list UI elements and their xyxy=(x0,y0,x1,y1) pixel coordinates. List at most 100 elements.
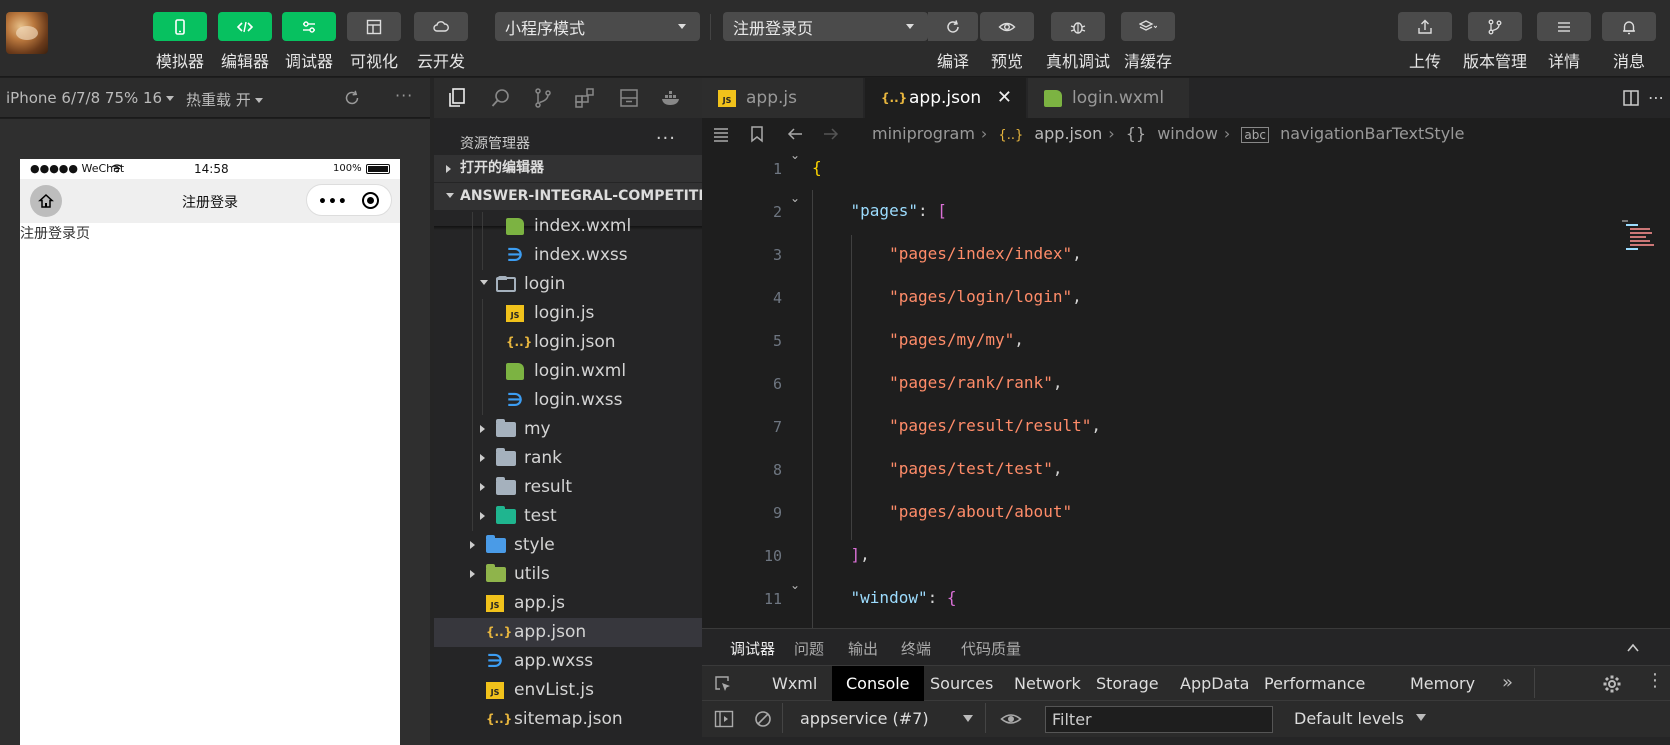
console-filter-input[interactable] xyxy=(1045,706,1273,733)
editor-more-icon[interactable]: ⋯ xyxy=(1648,88,1664,107)
debugger-tab[interactable]: 代码质量 xyxy=(961,638,1021,659)
folder-icon xyxy=(496,419,516,437)
extensions-icon[interactable] xyxy=(574,87,596,109)
breadcrumb-node[interactable]: window xyxy=(1157,124,1218,143)
tree-item[interactable]: test xyxy=(434,502,702,531)
devtools-tab[interactable]: Storage xyxy=(1082,666,1173,701)
open-editors-section[interactable]: 打开的编辑器 xyxy=(434,155,702,182)
breadcrumb-root[interactable]: miniprogram xyxy=(872,124,975,143)
indent-guide xyxy=(482,357,483,386)
breadcrumb-file[interactable]: app.json xyxy=(1034,124,1102,143)
log-levels-select[interactable]: Default levels xyxy=(1294,709,1404,728)
messages-button[interactable] xyxy=(1602,12,1656,41)
sidebar-toggle-icon[interactable] xyxy=(714,710,734,728)
devtools-tab[interactable]: Wxml xyxy=(758,666,831,701)
chevron-down-icon[interactable] xyxy=(1416,714,1426,721)
tree-item[interactable]: rank xyxy=(434,444,702,473)
devtools-tab-bar: Wxml Console Sources Network Storage AppData P… xyxy=(702,665,1670,701)
minimap[interactable] xyxy=(1620,218,1660,258)
tree-item[interactable]: utils xyxy=(434,560,702,589)
devtools-tab[interactable]: Network xyxy=(1000,666,1095,701)
tab-app-json[interactable]: {..} app.json ✕ xyxy=(865,78,1027,118)
indent-guide xyxy=(472,444,473,473)
list-icon[interactable] xyxy=(712,125,730,143)
devtools-tab[interactable]: AppData xyxy=(1166,666,1263,701)
devtools-tab[interactable]: Memory xyxy=(1396,666,1489,701)
fold-chevron-icon[interactable]: ⌄ xyxy=(790,148,800,162)
editor-toggle-button[interactable] xyxy=(218,12,272,41)
visual-toggle-button[interactable] xyxy=(347,12,401,41)
tree-item[interactable]: login.wxml xyxy=(434,357,702,386)
breadcrumb-leaf[interactable]: navigationBarTextStyle xyxy=(1280,124,1464,143)
cloud-dev-button[interactable] xyxy=(414,12,468,41)
tree-item[interactable]: index.wxml xyxy=(434,212,702,241)
preview-label: 预览 xyxy=(990,52,1023,71)
preview-button[interactable] xyxy=(980,12,1034,41)
fold-chevron-icon[interactable]: ⌄ xyxy=(790,191,800,205)
tree-item[interactable]: ∋ app.wxss xyxy=(434,647,702,676)
project-section[interactable]: ANSWER-INTEGRAL-COMPETITI... xyxy=(434,183,702,210)
tree-item[interactable]: ∋ login.wxss xyxy=(434,386,702,415)
tree-item[interactable]: JS app.js xyxy=(434,589,702,618)
user-avatar[interactable] xyxy=(6,12,48,54)
simulator-more-icon[interactable]: ··· xyxy=(395,86,413,105)
eye-icon[interactable] xyxy=(1000,710,1022,728)
tree-item[interactable]: JS login.js xyxy=(434,299,702,328)
code-area[interactable]: { "pages": [ "pages/index/index", "pages… xyxy=(812,150,1642,630)
simulator-toggle-button[interactable] xyxy=(153,12,207,41)
outline-icon[interactable] xyxy=(618,87,640,109)
remote-debug-button[interactable] xyxy=(1051,12,1105,41)
debugger-tab[interactable]: 终端 xyxy=(901,638,931,659)
kebab-menu-icon[interactable]: ⋮ xyxy=(1646,670,1664,691)
source-control-icon[interactable] xyxy=(532,87,554,109)
close-icon[interactable]: ✕ xyxy=(997,78,1012,118)
search-icon[interactable] xyxy=(490,87,512,109)
fold-chevron-icon[interactable]: ⌄ xyxy=(790,578,800,592)
docker-icon[interactable] xyxy=(660,87,682,109)
compile-page-select[interactable]: 注册登录页 xyxy=(723,12,928,41)
debugger-toggle-button[interactable] xyxy=(282,12,336,41)
devtools-tab[interactable]: Performance xyxy=(1250,666,1379,701)
upload-button[interactable] xyxy=(1398,12,1452,41)
more-tabs-icon[interactable]: » xyxy=(1502,672,1513,693)
device-select[interactable]: iPhone 6/7/8 75% 16 xyxy=(6,89,175,107)
clear-console-icon[interactable] xyxy=(754,710,772,728)
close-miniprogram-icon[interactable] xyxy=(362,192,379,209)
explorer-more-icon[interactable]: ··· xyxy=(656,128,676,149)
mode-select[interactable]: 小程序模式 xyxy=(495,12,700,41)
files-icon[interactable] xyxy=(446,87,468,109)
arrow-left-icon[interactable] xyxy=(786,125,804,143)
context-select-value[interactable]: appservice (#7) xyxy=(800,709,929,728)
chevron-up-icon[interactable] xyxy=(1626,641,1640,655)
hot-reload-toggle[interactable]: 热重载 开 xyxy=(186,89,263,110)
clear-cache-button[interactable] xyxy=(1121,12,1175,41)
code-token: : xyxy=(917,201,938,220)
devtools-tab[interactable]: Sources xyxy=(916,666,1007,701)
tree-item[interactable]: {..} sitemap.json xyxy=(434,705,702,734)
chevron-down-icon[interactable] xyxy=(963,715,973,722)
tree-item[interactable]: {..} app.json xyxy=(434,618,702,647)
tree-item[interactable]: result xyxy=(434,473,702,502)
version-manage-button[interactable] xyxy=(1468,12,1522,41)
gear-icon[interactable] xyxy=(1602,674,1622,694)
debugger-tab[interactable]: 输出 xyxy=(848,638,878,659)
tree-item[interactable]: JS envList.js xyxy=(434,676,702,705)
tab-app-js[interactable]: JS app.js xyxy=(702,78,864,118)
tree-item[interactable]: style xyxy=(434,531,702,560)
tree-item[interactable]: my xyxy=(434,415,702,444)
debugger-tab[interactable]: 调试器 xyxy=(730,638,776,667)
bookmark-icon[interactable] xyxy=(748,125,766,143)
tab-login-wxml[interactable]: login.wxml xyxy=(1028,78,1190,118)
tree-item[interactable]: {..} login.json xyxy=(434,328,702,357)
arrow-right-icon[interactable] xyxy=(822,125,840,143)
more-icon[interactable]: ••• xyxy=(318,194,348,210)
devtools-tab[interactable]: Console xyxy=(832,666,924,701)
debugger-tab[interactable]: 问题 xyxy=(794,638,824,659)
split-editor-icon[interactable] xyxy=(1622,89,1640,107)
details-button[interactable] xyxy=(1537,12,1591,41)
rotate-icon[interactable] xyxy=(342,88,362,108)
compile-button[interactable] xyxy=(928,12,978,41)
tree-item[interactable]: login xyxy=(434,270,702,299)
tree-item[interactable]: ∋ index.wxss xyxy=(434,241,702,270)
inspect-icon[interactable] xyxy=(714,675,732,693)
